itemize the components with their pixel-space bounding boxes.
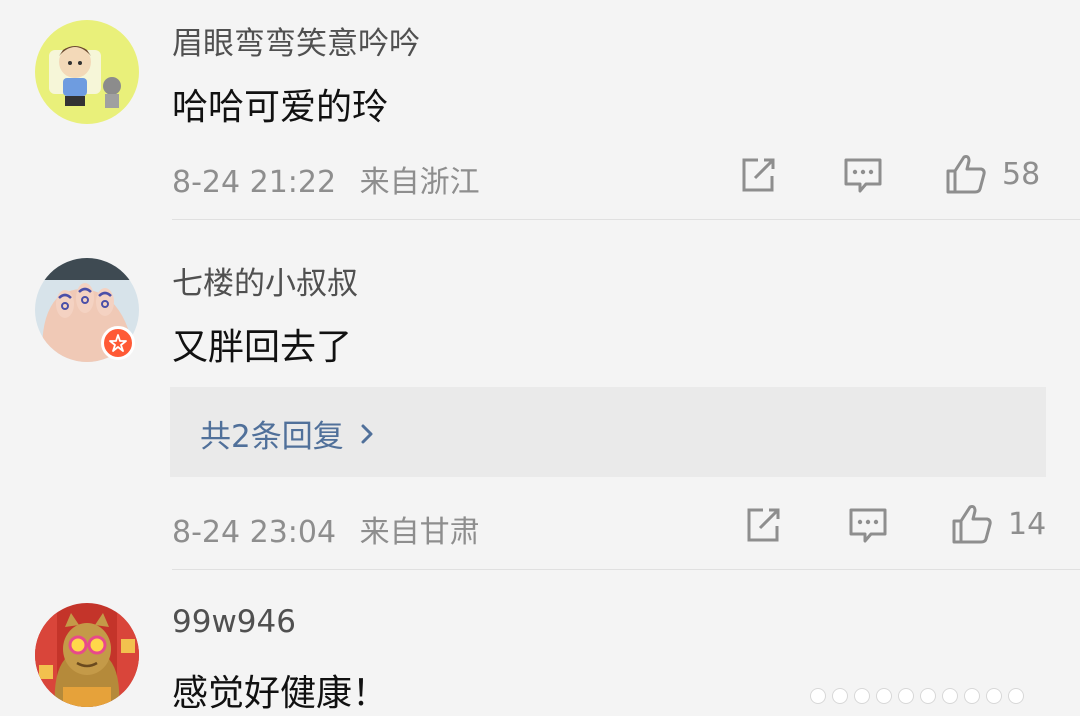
comment-icon — [849, 508, 887, 543]
avatar-image — [35, 603, 139, 707]
like-button[interactable]: 14 — [950, 502, 1046, 546]
share-icon — [742, 158, 775, 192]
chevron-right-icon — [361, 424, 373, 443]
share-icon — [747, 508, 780, 542]
comment-location: 来自浙江 — [359, 165, 480, 200]
star-badge-icon — [109, 334, 127, 352]
comment-icon — [844, 158, 882, 193]
image-watermark — [810, 688, 1024, 704]
thumbs-up-icon — [946, 155, 986, 194]
avatar[interactable]: @ — [35, 20, 139, 124]
share-button[interactable] — [743, 505, 783, 545]
like-count: 14 — [1008, 506, 1047, 542]
comment-username[interactable]: 眉眼弯弯笑意吟吟 — [172, 18, 420, 63]
like-button[interactable]: 58 — [944, 152, 1040, 196]
verified-badge — [101, 326, 135, 360]
comment-item: 七楼的小叔叔 又胖回去了 共2条回复 8-24 23:04 来自甘肃 14 — [0, 220, 1080, 570]
avatar-image: @ — [35, 20, 139, 124]
comment-text: 感觉好健康！ — [172, 673, 389, 714]
comment-meta: 8-24 21:22 来自浙江 — [172, 157, 480, 201]
view-replies-link[interactable]: 共2条回复 — [200, 411, 378, 456]
comment-text: 哈哈可爱的玲 — [172, 87, 389, 128]
share-button[interactable] — [738, 155, 778, 195]
comment-username[interactable]: 99w946 — [172, 604, 296, 640]
comment-time: 8-24 21:22 — [172, 165, 337, 200]
avatar[interactable] — [35, 603, 139, 707]
comment-location: 来自甘肃 — [359, 515, 480, 550]
comment-time: 8-24 23:04 — [172, 515, 337, 550]
comment-button[interactable] — [842, 155, 884, 195]
reply-summary-text: 共2条回复 — [200, 419, 344, 455]
comment-text: 又胖回去了 — [172, 327, 353, 368]
comment-meta: 8-24 23:04 来自甘肃 — [172, 507, 480, 551]
like-count: 58 — [1002, 156, 1041, 192]
thumbs-up-icon — [952, 505, 992, 544]
svg-text:@: @ — [121, 111, 127, 118]
comment-item: @ 眉眼弯弯笑意吟吟 哈哈可爱的玲 8-24 21:22 来自浙江 58 — [0, 0, 1080, 220]
comment-username[interactable]: 七楼的小叔叔 — [172, 258, 358, 303]
reply-summary-box[interactable]: 共2条回复 — [170, 387, 1046, 477]
comment-button[interactable] — [847, 505, 889, 545]
